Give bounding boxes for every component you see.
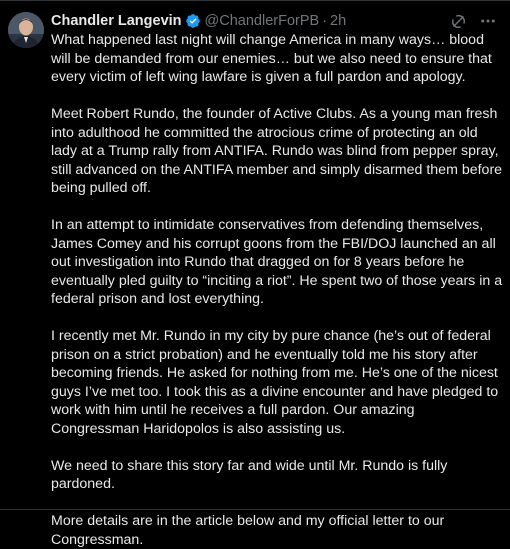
post-text: What happened last night will change Ame…	[51, 31, 503, 549]
post-paragraph: What happened last night will change Ame…	[51, 32, 492, 85]
post-paragraph: More details are in the article below an…	[51, 513, 445, 548]
separator-dot: ·	[322, 13, 328, 29]
avatar-image	[8, 12, 44, 48]
author-handle[interactable]: @ChandlerForPB	[205, 13, 320, 29]
author-name[interactable]: Chandler Langevin	[51, 13, 182, 29]
post-time[interactable]: 2h	[330, 13, 346, 29]
avatar[interactable]	[8, 12, 44, 48]
post-paragraph: We need to share this story far and wide…	[51, 457, 448, 493]
post-paragraph: Meet Robert Rundo, the founder of Active…	[51, 106, 503, 196]
grok-icon[interactable]	[448, 11, 468, 31]
post-actions	[448, 11, 498, 31]
post-paragraph: In an attempt to intimidate conservative…	[51, 217, 503, 307]
verified-badge-icon[interactable]	[185, 13, 201, 29]
post-paragraph: I recently met Mr. Rundo in my city by p…	[51, 328, 499, 437]
more-icon[interactable]	[478, 11, 498, 31]
post-header: Chandler Langevin @ChandlerForPB · 2h	[51, 11, 346, 31]
post: Chandler Langevin @ChandlerForPB · 2h Wh…	[0, 0, 510, 548]
